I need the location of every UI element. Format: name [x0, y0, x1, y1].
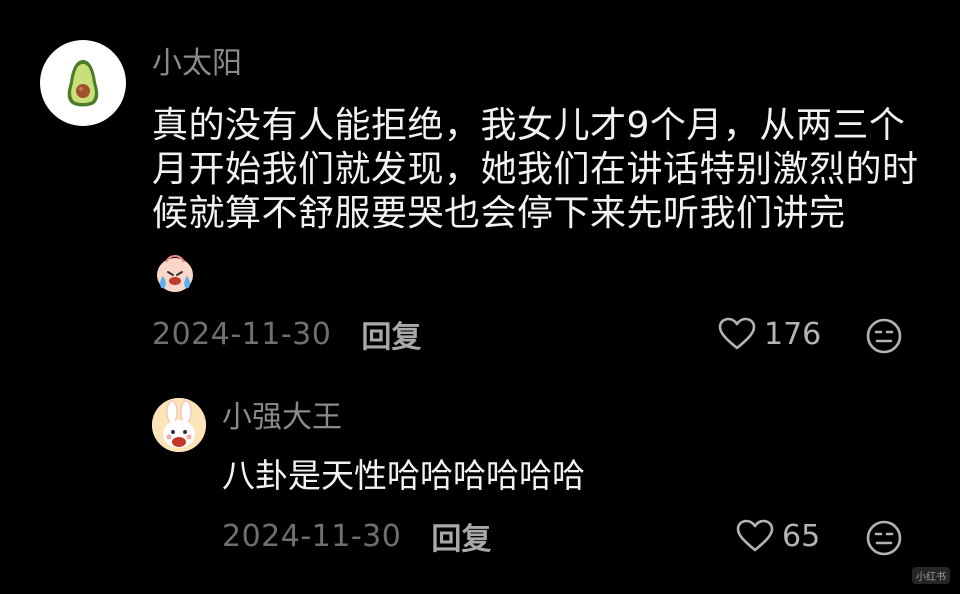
- crying-face-emoji-icon: [152, 250, 198, 296]
- reply-author[interactable]: 小强大王: [222, 398, 342, 438]
- comment-date: 2024-11-30: [152, 316, 332, 352]
- like-count: 176: [764, 316, 822, 352]
- avocado-icon: [67, 60, 99, 107]
- neutral-face-icon[interactable]: [864, 316, 904, 356]
- reply-date: 2024-11-30: [222, 518, 402, 554]
- reply-avatar[interactable]: [152, 398, 206, 452]
- like-button[interactable]: 176: [718, 314, 821, 354]
- heart-outline-icon: [718, 317, 756, 350]
- comment-meta: 2024-11-30 回复: [152, 312, 421, 356]
- reply-reply-button[interactable]: 回复: [431, 514, 491, 558]
- bunny-avatar-icon: [152, 398, 206, 452]
- watermark: 小红书: [912, 567, 950, 584]
- neutral-face-icon[interactable]: [864, 518, 904, 558]
- reply-text: 八卦是天性哈哈哈哈哈哈: [222, 456, 585, 495]
- avatar-main[interactable]: [40, 40, 126, 126]
- reply-meta: 2024-11-30 回复: [222, 514, 491, 558]
- reply-button[interactable]: 回复: [361, 312, 421, 356]
- reply-like-count: 65: [782, 518, 821, 554]
- comment-text: 真的没有人能拒绝，我女儿才9个月，从两三个月开始我们就发现，她我们在讲话特别激烈…: [152, 105, 919, 234]
- reply-like-button[interactable]: 65: [736, 516, 820, 556]
- heart-outline-icon: [736, 519, 774, 552]
- comment-author[interactable]: 小太阳: [152, 44, 242, 84]
